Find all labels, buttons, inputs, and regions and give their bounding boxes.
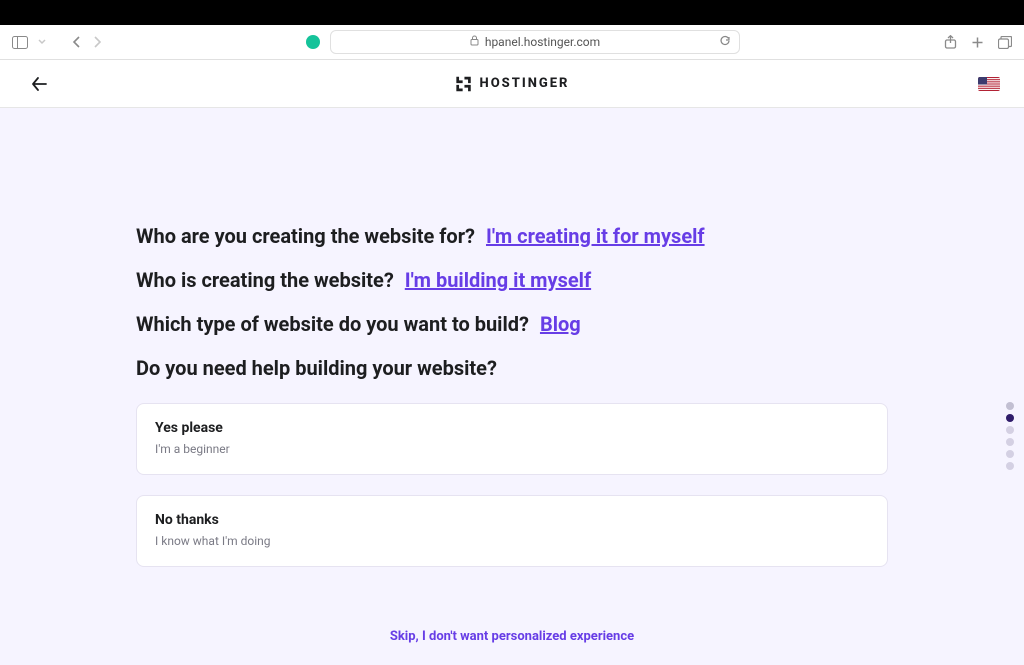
- progress-dot: [1006, 438, 1014, 446]
- onboarding-content: Who are you creating the website for? I'…: [136, 108, 888, 644]
- progress-indicator: [1006, 402, 1014, 470]
- progress-dot: [1006, 462, 1014, 470]
- question-line-4: Do you need help building your website?: [136, 355, 888, 381]
- progress-dot: [1006, 426, 1014, 434]
- question-line-1: Who are you creating the website for? I'…: [136, 223, 888, 249]
- nav-forward-icon[interactable]: [92, 35, 102, 49]
- question-line-3: Which type of website do you want to bui…: [136, 311, 888, 337]
- answer-link[interactable]: I'm creating it for myself: [486, 224, 705, 248]
- share-icon[interactable]: [944, 35, 957, 49]
- skip-link[interactable]: Skip, I don't want personalized experien…: [136, 629, 888, 644]
- progress-dot: [1006, 414, 1014, 422]
- question-text: Who are you creating the website for?: [136, 224, 475, 248]
- progress-dot: [1006, 402, 1014, 410]
- brand-logo: HOSTINGER: [455, 75, 570, 93]
- answer-link[interactable]: I'm building it myself: [405, 268, 591, 292]
- question-line-2: Who is creating the website? I'm buildin…: [136, 267, 888, 293]
- tabs-overview-icon[interactable]: [998, 36, 1012, 49]
- url-text: hpanel.hostinger.com: [485, 35, 600, 49]
- nav-back-icon[interactable]: [72, 35, 82, 49]
- option-card-yes[interactable]: Yes please I'm a beginner: [136, 403, 888, 475]
- option-title: No thanks: [155, 512, 869, 528]
- answer-link[interactable]: Blog: [540, 312, 581, 336]
- hostinger-logo-icon: [455, 75, 473, 93]
- option-title: Yes please: [155, 420, 869, 436]
- question-text: Which type of website do you want to bui…: [136, 312, 529, 336]
- extension-grammarly-icon[interactable]: [306, 35, 320, 49]
- locale-flag-us[interactable]: [978, 77, 1000, 91]
- option-subtitle: I know what I'm doing: [155, 534, 869, 548]
- new-tab-icon[interactable]: [971, 36, 984, 49]
- sidebar-toggle-icon[interactable]: [12, 36, 28, 49]
- app-header: HOSTINGER: [0, 60, 1024, 108]
- address-bar[interactable]: hpanel.hostinger.com: [330, 30, 740, 54]
- question-text: Do you need help building your website?: [136, 356, 497, 380]
- option-subtitle: I'm a beginner: [155, 442, 869, 456]
- refresh-icon[interactable]: [719, 35, 731, 50]
- brand-name: HOSTINGER: [480, 76, 570, 91]
- lock-icon: [470, 35, 479, 49]
- back-button[interactable]: [30, 75, 48, 93]
- progress-dot: [1006, 450, 1014, 458]
- window-titlebar: [0, 0, 1024, 25]
- chevron-down-icon[interactable]: [38, 39, 46, 45]
- option-card-no[interactable]: No thanks I know what I'm doing: [136, 495, 888, 567]
- question-text: Who is creating the website?: [136, 268, 394, 292]
- browser-toolbar: hpanel.hostinger.com: [0, 25, 1024, 60]
